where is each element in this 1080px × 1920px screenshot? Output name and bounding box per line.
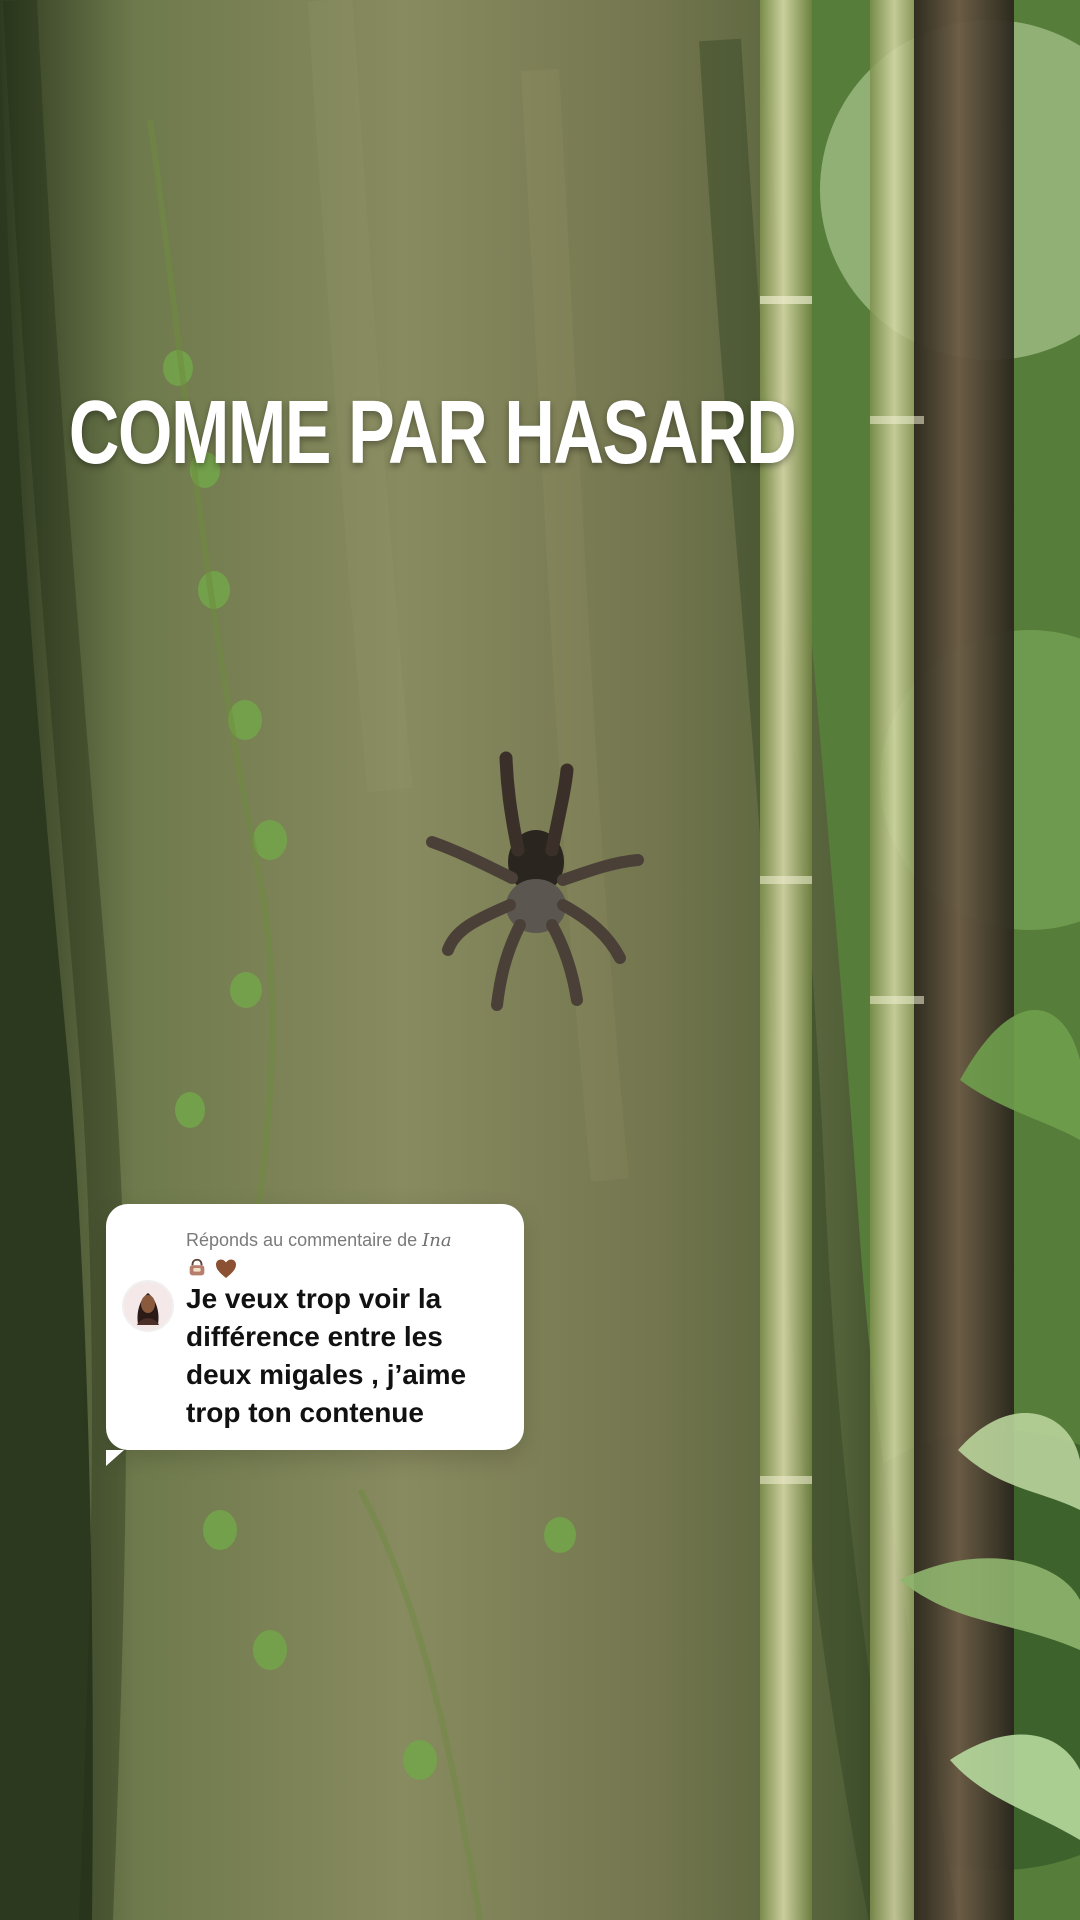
video-scene: COMME PAR HASARD Réponds au commentaire … bbox=[0, 0, 1080, 1920]
commenter-avatar[interactable] bbox=[122, 1280, 174, 1332]
bag-icon bbox=[189, 1258, 205, 1276]
reply-comment-card[interactable]: Réponds au commentaire de Ina Je veux tr… bbox=[106, 1204, 524, 1466]
forest-background bbox=[0, 0, 1080, 1920]
commenter-username: Ina bbox=[422, 1230, 452, 1251]
video-title-overlay: COMME PAR HASARD bbox=[68, 383, 797, 483]
username-emojis bbox=[186, 1254, 238, 1282]
brown-heart-icon bbox=[216, 1259, 236, 1278]
reply-prefix: Réponds au commentaire de bbox=[186, 1230, 423, 1250]
speech-bubble-tail bbox=[106, 1450, 124, 1466]
comment-text: Je veux trop voir la différence entre le… bbox=[186, 1283, 467, 1428]
reply-header: Réponds au commentaire de Ina bbox=[186, 1230, 506, 1251]
profile-avatar-image bbox=[124, 1282, 172, 1330]
